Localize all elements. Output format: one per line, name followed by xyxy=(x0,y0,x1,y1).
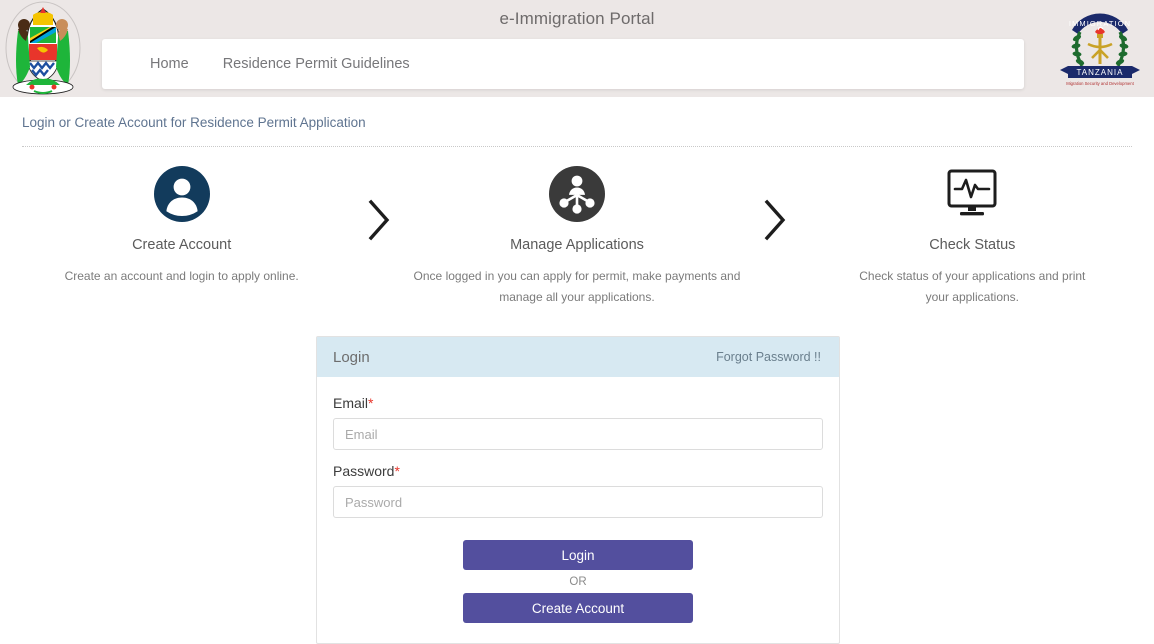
svg-text:Migration Security and Develop: Migration Security and Development xyxy=(1066,81,1134,86)
network-users-icon xyxy=(548,166,605,222)
login-card-header: Login Forgot Password !! xyxy=(317,337,839,377)
login-card-body: Email* Password* Login OR Create Account xyxy=(317,377,839,643)
login-button[interactable]: Login xyxy=(463,540,693,570)
password-required-marker: * xyxy=(394,463,400,479)
step-description: Once logged in you can apply for permit,… xyxy=(413,269,741,304)
nav-link-home[interactable]: Home xyxy=(150,56,189,72)
login-card-title: Login xyxy=(333,348,370,366)
step-icon-wrap xyxy=(14,164,349,224)
step-icon-wrap xyxy=(409,164,744,224)
email-label-text: Email xyxy=(333,395,369,411)
step-manage-applications: Manage Applications Once logged in you c… xyxy=(409,164,744,308)
page-title: e-Immigration Portal xyxy=(499,9,655,28)
email-input[interactable] xyxy=(333,418,823,450)
step-arrow-2 xyxy=(745,164,805,242)
step-title: Manage Applications xyxy=(510,237,644,253)
breadcrumb: Login or Create Account for Residence Pe… xyxy=(0,97,1154,132)
steps-row: Create Account Create an account and log… xyxy=(0,164,1154,308)
step-title: Create Account xyxy=(132,237,232,253)
step-description: Create an account and login to apply onl… xyxy=(64,269,299,283)
tanzania-immigration-emblem-icon: IMMIGRATION TANZANIA Migration Security … xyxy=(1052,0,1148,95)
user-circle-icon xyxy=(153,166,210,222)
top-bar: e-Immigration Portal IMMIGRATION TANZANI… xyxy=(0,0,1154,97)
email-required-marker: * xyxy=(368,395,374,411)
svg-text:IMMIGRATION: IMMIGRATION xyxy=(1069,19,1131,28)
breadcrumb-divider xyxy=(22,146,1132,147)
password-input[interactable] xyxy=(333,486,823,518)
step-check-status: Check Status Check status of your applic… xyxy=(805,164,1140,308)
nav-link-residence-permit-guidelines[interactable]: Residence Permit Guidelines xyxy=(223,56,410,72)
create-account-button[interactable]: Create Account xyxy=(463,593,693,623)
password-label-text: Password xyxy=(333,463,395,479)
field-spacer xyxy=(333,450,823,463)
chevron-right-icon xyxy=(764,199,785,241)
forgot-password-link[interactable]: Forgot Password !! xyxy=(716,350,821,364)
monitor-pulse-icon xyxy=(947,169,997,216)
main-navbar: Home Residence Permit Guidelines xyxy=(102,39,1024,89)
login-card: Login Forgot Password !! Email* Password… xyxy=(316,336,840,644)
breadcrumb-text: Login or Create Account for Residence Pe… xyxy=(22,115,366,130)
step-create-account: Create Account Create an account and log… xyxy=(14,164,349,287)
step-title: Check Status xyxy=(929,237,1016,253)
step-description: Check status of your applications and pr… xyxy=(859,269,1086,304)
chevron-right-icon xyxy=(368,199,390,241)
password-label: Password* xyxy=(333,463,823,479)
svg-text:TANZANIA: TANZANIA xyxy=(1077,68,1124,77)
step-icon-wrap xyxy=(805,164,1140,224)
step-arrow-1 xyxy=(349,164,409,242)
or-separator-label: OR xyxy=(569,576,587,588)
email-label: Email* xyxy=(333,395,823,411)
